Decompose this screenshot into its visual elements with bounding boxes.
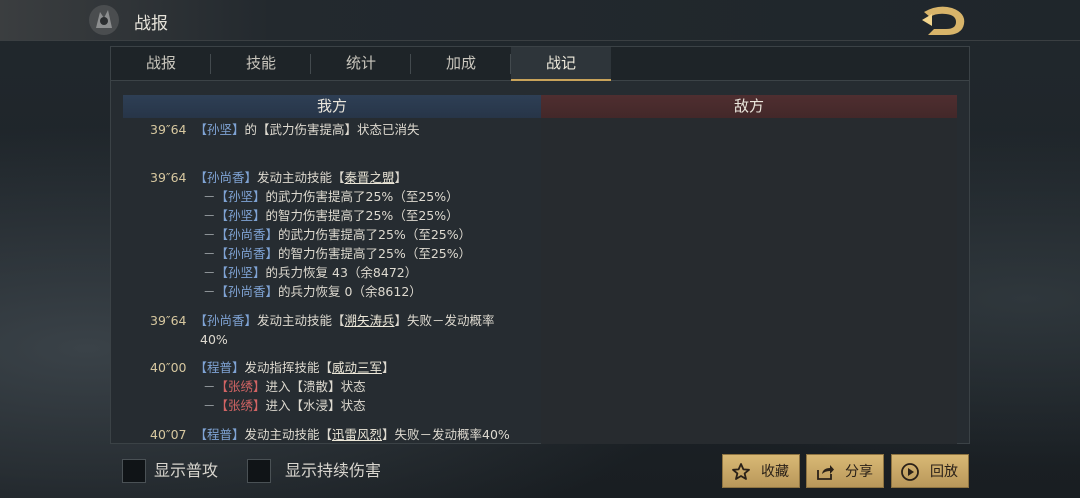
tab-battle-report[interactable]: 战报 <box>111 47 211 80</box>
back-icon[interactable] <box>918 4 970 38</box>
show-normal-attack-checkbox[interactable] <box>122 459 146 483</box>
share-icon <box>817 465 834 480</box>
log-entry-wrap: 40% <box>200 332 228 347</box>
tab-battle-log[interactable]: 战记 <box>511 47 611 81</box>
tab-skills[interactable]: 技能 <box>211 47 311 80</box>
log-entry: 40″07 【程普】发动主动技能【迅雷风烈】失败－发动概率40% <box>150 427 510 442</box>
tab-statistics[interactable]: 统计 <box>311 47 411 80</box>
general-emblem-icon <box>89 5 119 35</box>
play-icon <box>901 463 919 481</box>
log-subentry: －【孙坚】的智力伤害提高了25%（至25%） <box>203 208 459 223</box>
log-subentry: －【孙尚香】的兵力恢复 0（余8612） <box>203 284 422 299</box>
log-subentry: －【孙尚香】的智力伤害提高了25%（至25%） <box>203 246 472 261</box>
log-entry: 39″64 【孙坚】的【武力伤害提高】状态已消失 <box>150 122 420 137</box>
log-entry: 39″64 【孙尚香】发动主动技能【秦晋之盟】 <box>150 170 407 185</box>
log-entry: 39″64 【孙尚香】发动主动技能【溯矢涛兵】失败－发动概率 <box>150 313 495 328</box>
tab-bonus[interactable]: 加成 <box>411 47 511 80</box>
replay-button[interactable]: 回放 <box>891 454 969 488</box>
show-normal-attack-label: 显示普攻 <box>154 461 219 480</box>
page-title: 战报 <box>134 14 168 34</box>
enemy-side-header: 敌方 <box>541 95 957 118</box>
show-dot-checkbox[interactable] <box>247 459 271 483</box>
log-subentry: －【张绣】进入【水浸】状态 <box>203 398 366 413</box>
star-icon <box>732 463 750 480</box>
battle-log-list[interactable]: 39″64 【孙坚】的【武力伤害提高】状态已消失 39″64 【孙尚香】发动主动… <box>123 118 541 444</box>
log-subentry: －【张绣】进入【溃散】状态 <box>203 379 366 394</box>
log-entry: 40″00 【程普】发动指挥技能【威动三军】 <box>150 360 395 375</box>
tab-bar: 战报 技能 统计 加成 战记 <box>111 47 969 81</box>
log-subentry: －【孙坚】的兵力恢复 43（余8472） <box>203 265 418 280</box>
log-subentry: －【孙坚】的武力伤害提高了25%（至25%） <box>203 189 459 204</box>
top-bar: 战报 <box>0 0 1080 41</box>
log-subentry: －【孙尚香】的武力伤害提高了25%（至25%） <box>203 227 472 242</box>
favorite-button[interactable]: 收藏 <box>722 454 800 488</box>
share-button[interactable]: 分享 <box>806 454 884 488</box>
show-dot-label: 显示持续伤害 <box>285 461 382 480</box>
my-side-header: 我方 <box>123 95 541 118</box>
battle-record-panel: 战报 技能 统计 加成 战记 我方 敌方 39″64 【孙坚】的【武力伤害提高】… <box>110 46 970 444</box>
enemy-log-column <box>541 118 957 444</box>
